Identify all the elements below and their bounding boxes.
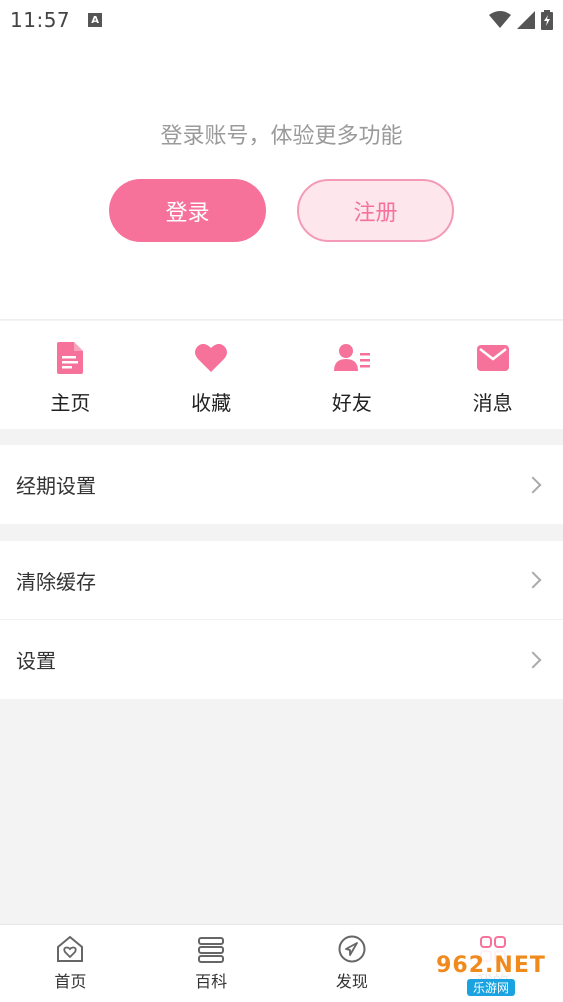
tab-encyclopedia[interactable]: 百科 — [141, 925, 282, 1002]
status-bar: 11:57 A — [0, 0, 563, 40]
menu-group-general: 清除缓存 设置 — [0, 541, 563, 699]
tab-label: 首页 — [54, 972, 87, 991]
notification-icon: A — [88, 13, 103, 27]
tab-discover[interactable]: 发现 — [282, 925, 423, 1002]
quick-nav-label: 收藏 — [191, 391, 232, 415]
chevron-right-icon — [524, 476, 542, 493]
menu-item-settings[interactable]: 设置 — [0, 620, 563, 699]
document-icon — [57, 341, 84, 375]
watermark-logo: 962.NET 乐游网 — [425, 950, 557, 998]
watermark-top: 962.NET — [436, 952, 546, 978]
login-prompt: 登录账号，体验更多功能 — [160, 124, 403, 149]
status-time: 11:57 — [10, 8, 71, 32]
tab-label: 发现 — [335, 972, 368, 991]
chevron-right-icon — [524, 571, 542, 589]
menu-item-label: 经期设置 — [16, 474, 96, 498]
login-header: 登录账号，体验更多功能 登录 注册 — [0, 40, 563, 320]
home-icon — [57, 935, 84, 962]
chevron-right-icon — [524, 651, 542, 668]
quick-nav-friends[interactable]: 好友 — [282, 321, 423, 429]
menu-item-period-settings[interactable]: 经期设置 — [0, 445, 563, 524]
menu-group-period: 经期设置 — [0, 445, 563, 524]
mail-icon — [476, 341, 509, 375]
encyclopedia-icon — [198, 937, 225, 963]
quick-nav-label: 好友 — [331, 391, 372, 415]
quick-nav-home[interactable]: 主页 — [0, 321, 141, 429]
menu-item-label: 清除缓存 — [16, 569, 96, 594]
wifi-icon — [489, 11, 511, 28]
status-icons — [489, 10, 553, 30]
compass-icon — [338, 935, 366, 963]
quick-nav-label: 主页 — [50, 391, 91, 415]
friends-icon — [333, 341, 370, 375]
tab-label: 百科 — [195, 972, 228, 991]
menu-item-label: 设置 — [16, 649, 56, 673]
register-button[interactable]: 注册 — [297, 179, 454, 242]
watermark-bottom: 乐游网 — [466, 978, 515, 996]
login-button[interactable]: 登录 — [109, 179, 266, 242]
quick-nav: 主页 收藏 好友 消息 — [0, 321, 563, 429]
tab-home[interactable]: 首页 — [0, 925, 141, 1002]
quick-nav-messages[interactable]: 消息 — [422, 321, 563, 429]
quick-nav-favorites[interactable]: 收藏 — [141, 321, 282, 429]
heart-icon — [195, 341, 228, 375]
battery-icon — [541, 10, 553, 30]
menu-item-clear-cache[interactable]: 清除缓存 — [0, 541, 563, 620]
quick-nav-label: 消息 — [472, 391, 513, 415]
signal-icon — [517, 11, 535, 29]
